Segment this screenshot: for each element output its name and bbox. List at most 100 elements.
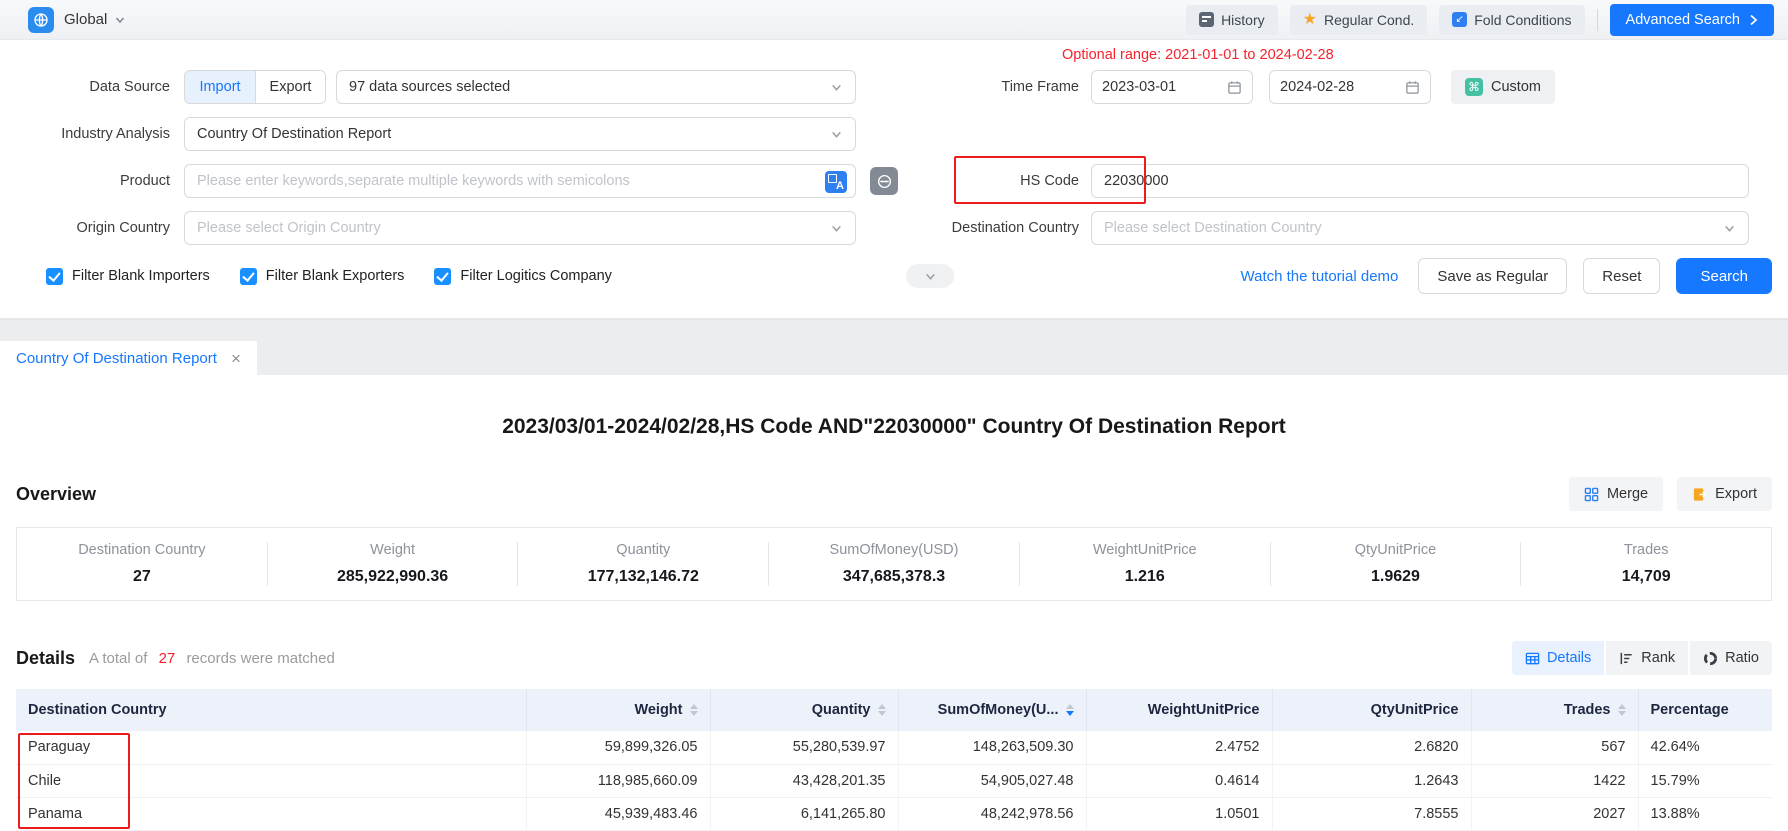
view-ratio-button[interactable]: Ratio: [1690, 641, 1772, 675]
col-label: WeightUnitPrice: [1148, 702, 1260, 718]
equal-circle-icon: [876, 173, 893, 190]
filter-blank-exporters-checkbox[interactable]: Filter Blank Exporters: [240, 268, 405, 285]
stat-value: 1.216: [1020, 568, 1270, 586]
data-sources-value: 97 data sources selected: [349, 79, 510, 95]
date-start-input[interactable]: 2023-03-01: [1091, 70, 1253, 104]
row-data-source: Data Source Import Export 97 data source…: [16, 70, 1772, 104]
table-row[interactable]: Chile 118,985,660.09 43,428,201.35 54,90…: [16, 764, 1772, 797]
summary-suffix: records were matched: [186, 650, 334, 667]
summary-prefix: A total of: [89, 650, 147, 667]
time-frame-group: Time Frame 2023-03-01 2024-02-28: [921, 70, 1555, 104]
stat-label: Weight: [268, 542, 518, 558]
stat-value: 347,685,378.3: [769, 568, 1019, 586]
col-sum-of-money[interactable]: SumOfMoney(U...: [898, 689, 1086, 731]
report-content: 2023/03/01-2024/02/28,HS Code AND"220300…: [0, 415, 1788, 831]
close-icon[interactable]: ×: [231, 350, 241, 367]
stat-label: QtyUnitPrice: [1271, 542, 1521, 558]
tutorial-demo-link[interactable]: Watch the tutorial demo: [1241, 268, 1399, 285]
report-title: 2023/03/01-2024/02/28,HS Code AND"220300…: [16, 415, 1772, 439]
advanced-search-button[interactable]: Advanced Search: [1610, 4, 1774, 36]
stat-label: Destination Country: [17, 542, 267, 558]
hs-code-input[interactable]: [1092, 165, 1748, 197]
calendar-icon: [1227, 80, 1242, 95]
col-label: QtyUnitPrice: [1371, 702, 1459, 718]
history-icon: [1199, 12, 1214, 27]
date-start-value: 2023-03-01: [1102, 79, 1176, 95]
cell-trades: 1422: [1471, 764, 1638, 797]
origin-country-select[interactable]: Please select Origin Country: [184, 211, 856, 245]
save-as-regular-button[interactable]: Save as Regular: [1418, 258, 1567, 294]
top-bar: Global History ★ Regular Cond. ↙ Fold Co…: [0, 0, 1788, 40]
industry-analysis-label: Industry Analysis: [16, 126, 184, 142]
cell-quantity: 6,141,265.80: [710, 797, 898, 830]
cell-weight: 59,899,326.05: [526, 731, 710, 764]
search-button[interactable]: Search: [1676, 258, 1772, 294]
summary-count: 27: [159, 650, 176, 667]
stat-quantity: Quantity 177,132,146.72: [518, 542, 769, 586]
col-weight[interactable]: Weight: [526, 689, 710, 731]
cell-country: Paraguay: [16, 731, 526, 764]
table-row[interactable]: Paraguay 59,899,326.05 55,280,539.97 148…: [16, 731, 1772, 764]
overview-header: Overview Merge Export: [16, 477, 1772, 511]
col-label: Trades: [1564, 702, 1611, 718]
col-percentage[interactable]: Percentage: [1638, 689, 1772, 731]
merge-button[interactable]: Merge: [1569, 477, 1663, 511]
cell-quantity: 55,280,539.97: [710, 731, 898, 764]
chevron-down-icon: [830, 222, 843, 235]
regular-cond-label: Regular Cond.: [1324, 12, 1414, 28]
expand-conditions-button[interactable]: [906, 264, 954, 288]
industry-analysis-select[interactable]: Country Of Destination Report: [184, 117, 856, 151]
stat-qty-unit-price: QtyUnitPrice 1.9629: [1271, 542, 1522, 586]
tab-label: Country Of Destination Report: [16, 350, 217, 367]
sort-icon[interactable]: [1618, 704, 1626, 716]
filter-logitics-company-checkbox[interactable]: Filter Logitics Company: [434, 268, 612, 285]
export-button[interactable]: Export: [1677, 477, 1772, 511]
col-label: SumOfMoney(U...: [938, 702, 1059, 718]
custom-label: Custom: [1491, 79, 1541, 95]
view-rank-button[interactable]: Rank: [1606, 641, 1688, 675]
fold-conditions-button[interactable]: ↙ Fold Conditions: [1439, 5, 1584, 35]
overview-heading: Overview: [16, 484, 96, 505]
sort-icon[interactable]: [690, 704, 698, 716]
details-heading: Details: [16, 648, 75, 669]
date-end-value: 2024-02-28: [1280, 79, 1354, 95]
sort-icon[interactable]: [878, 704, 886, 716]
col-trades[interactable]: Trades: [1471, 689, 1638, 731]
col-weight-unit-price[interactable]: WeightUnitPrice: [1086, 689, 1272, 731]
cell-weight: 45,939,483.46: [526, 797, 710, 830]
translate-icon[interactable]: [825, 171, 847, 193]
match-mode-button[interactable]: [870, 167, 898, 195]
import-tab[interactable]: Import: [185, 71, 255, 103]
tab-country-of-destination-report[interactable]: Country Of Destination Report ×: [0, 341, 257, 375]
history-button[interactable]: History: [1186, 5, 1278, 35]
sort-desc-active-icon[interactable]: [1066, 704, 1074, 716]
product-input[interactable]: [185, 165, 855, 197]
view-rank-label: Rank: [1641, 650, 1675, 666]
fold-conditions-label: Fold Conditions: [1474, 12, 1571, 28]
date-end-input[interactable]: 2024-02-28: [1269, 70, 1431, 104]
industry-analysis-value: Country Of Destination Report: [197, 126, 391, 142]
col-qty-unit-price[interactable]: QtyUnitPrice: [1272, 689, 1471, 731]
reset-button[interactable]: Reset: [1583, 258, 1660, 294]
col-destination-country[interactable]: Destination Country: [16, 689, 526, 731]
data-source-label: Data Source: [16, 79, 184, 95]
stat-value: 1.9629: [1271, 568, 1521, 586]
stat-label: Trades: [1521, 542, 1771, 558]
filter-blank-importers-checkbox[interactable]: Filter Blank Importers: [46, 268, 210, 285]
custom-range-button[interactable]: ⌘ Custom: [1451, 70, 1555, 104]
data-sources-select[interactable]: 97 data sources selected: [336, 70, 856, 104]
table-row[interactable]: Panama 45,939,483.46 6,141,265.80 48,242…: [16, 797, 1772, 830]
cell-weight-unit-price: 2.4752: [1086, 731, 1272, 764]
col-quantity[interactable]: Quantity: [710, 689, 898, 731]
details-table: Destination Country Weight Quantity SumO…: [16, 689, 1772, 831]
result-tab-bar: Country Of Destination Report ×: [0, 319, 1788, 375]
donut-chart-icon: [1703, 651, 1718, 666]
fold-icon: ↙: [1452, 12, 1467, 27]
region-globe-button[interactable]: [28, 7, 54, 33]
view-details-button[interactable]: Details: [1512, 641, 1604, 675]
checkbox-checked-icon: [46, 268, 63, 285]
regular-cond-button[interactable]: ★ Regular Cond.: [1290, 5, 1428, 35]
export-tab[interactable]: Export: [255, 71, 325, 103]
region-chevron-down-icon[interactable]: [114, 14, 126, 26]
destination-country-select[interactable]: Please select Destination Country: [1091, 211, 1749, 245]
